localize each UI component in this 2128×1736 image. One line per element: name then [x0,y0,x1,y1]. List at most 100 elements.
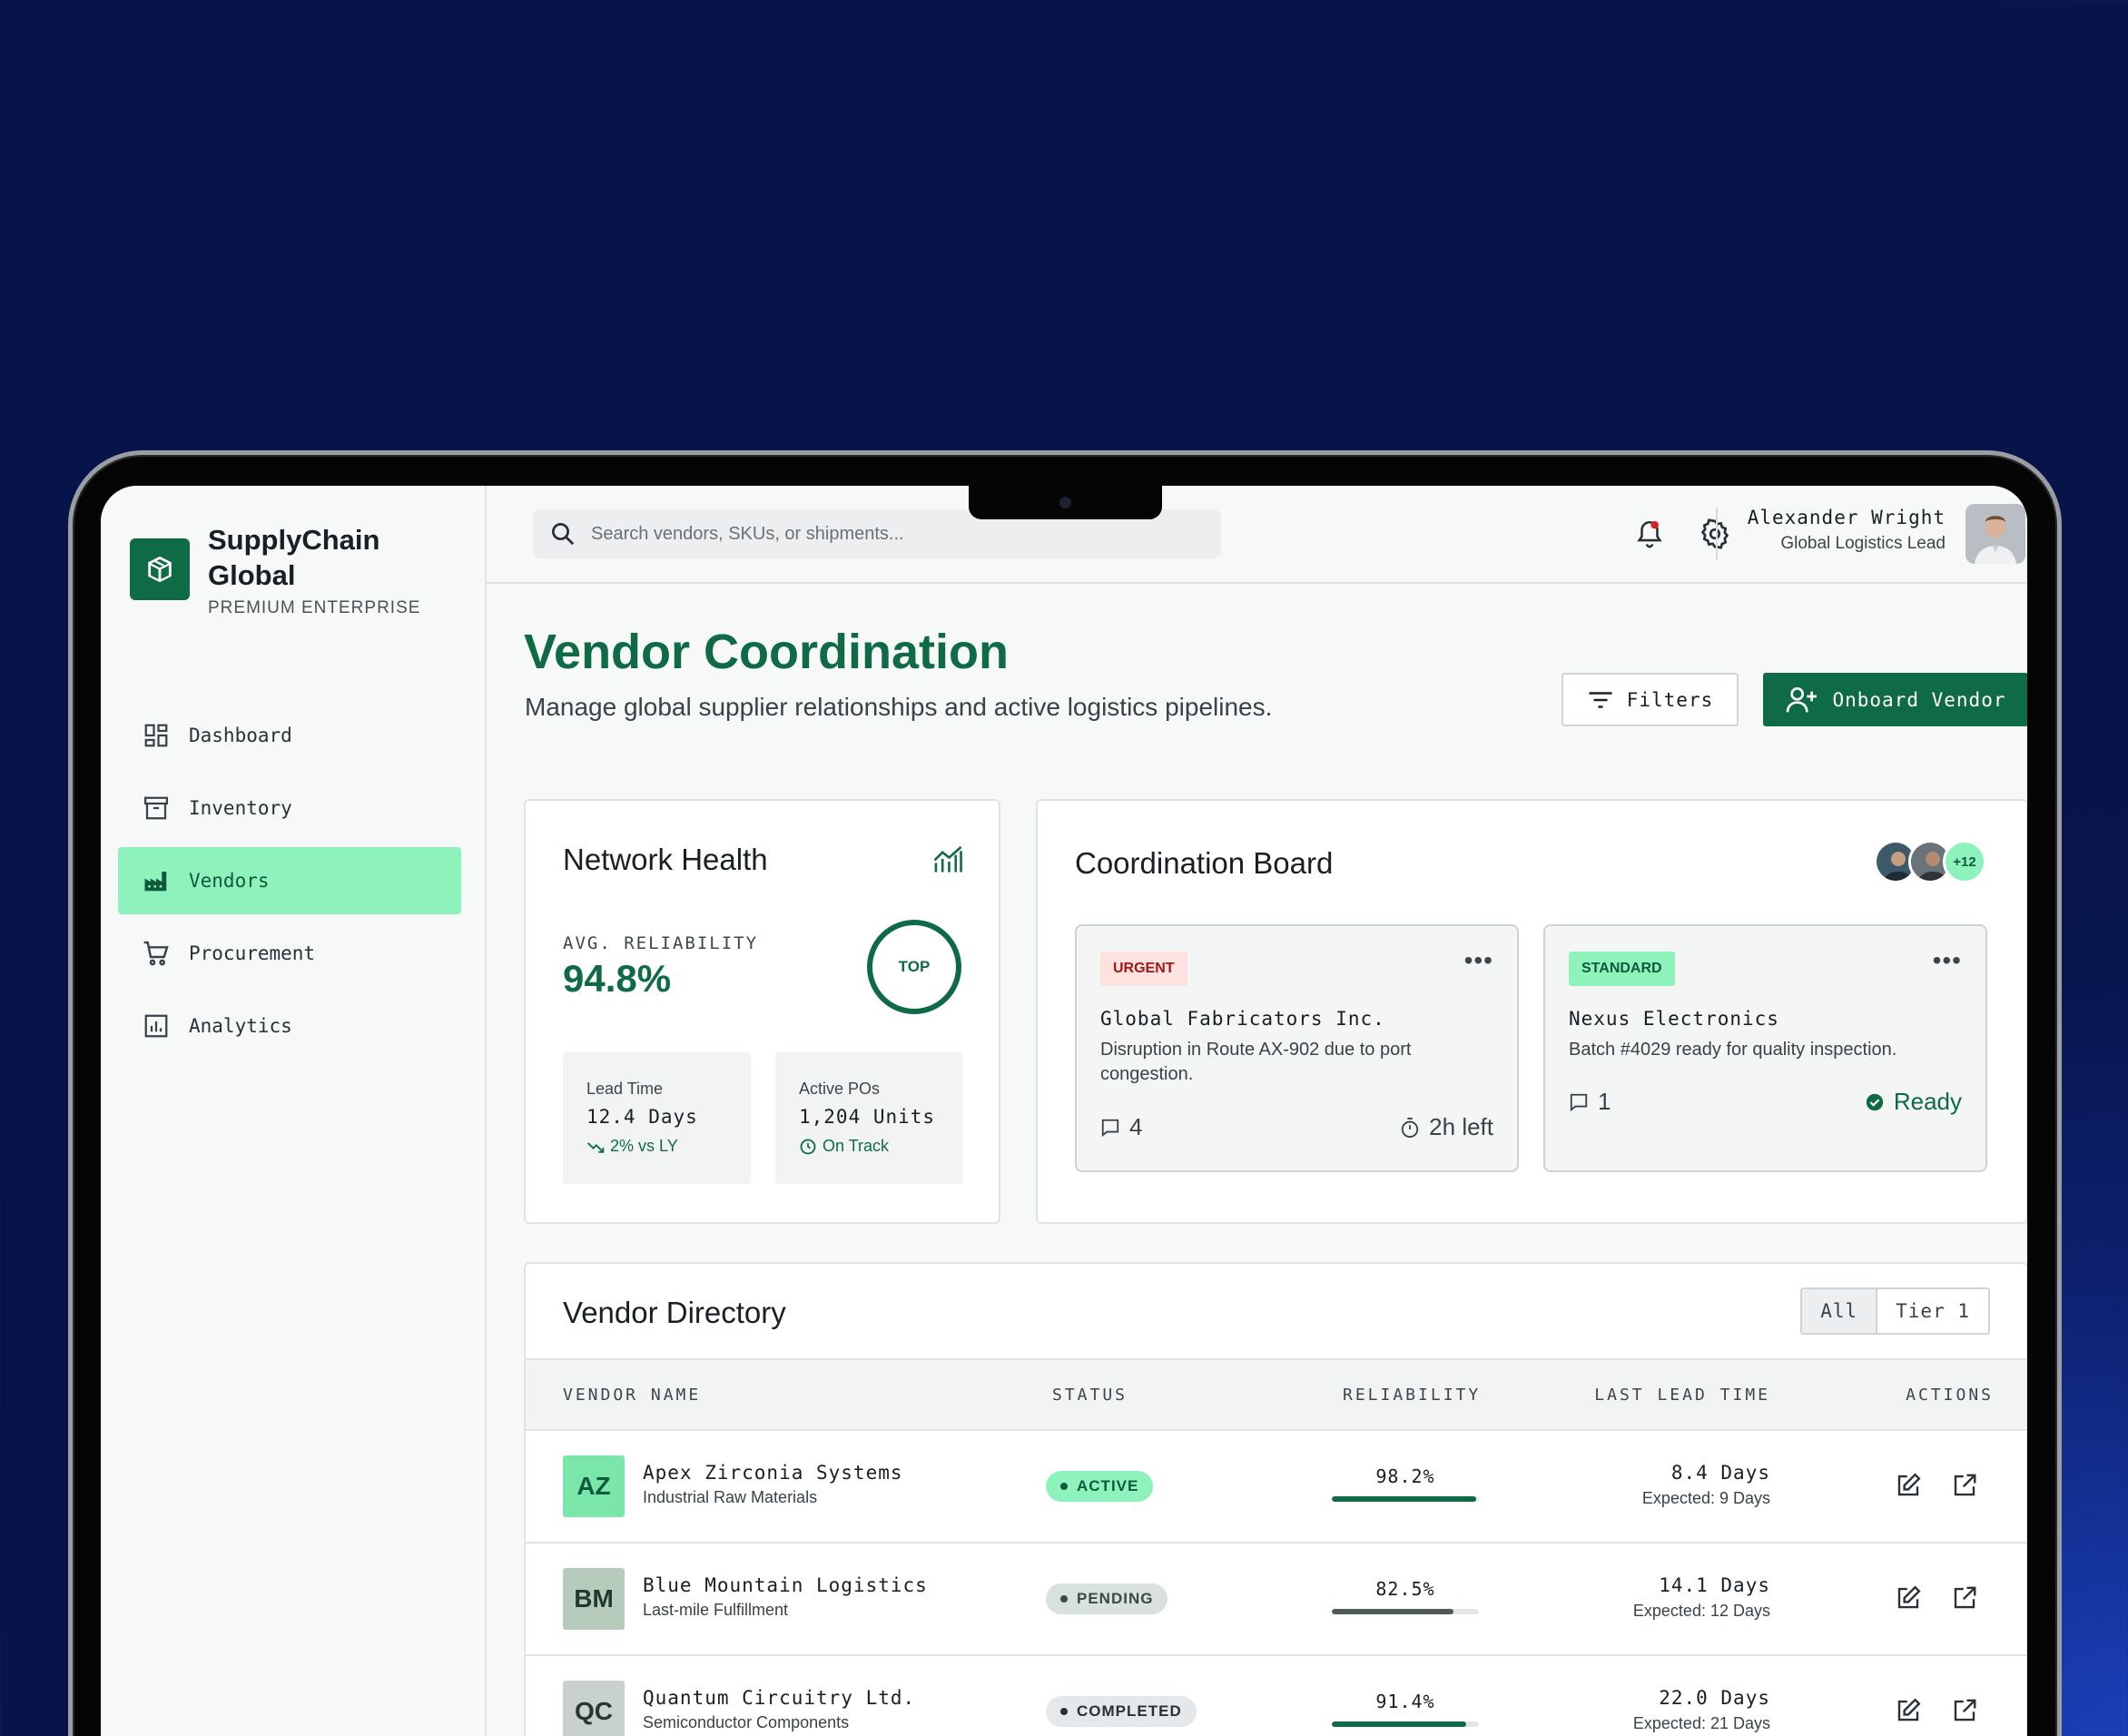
reliability-cell: 82.5% [1332,1578,1479,1614]
status-badge: ACTIVE [1046,1471,1154,1502]
tile-value: 12.4 Days [586,1106,698,1128]
edit-button[interactable] [1892,1694,1925,1727]
sidebar-item-inventory[interactable]: Inventory [118,774,461,842]
task-card[interactable]: URGENT ••• Global Fabricators Inc. Disru… [1075,924,1519,1172]
column-header[interactable]: VENDOR NAME [563,1386,701,1405]
comment-icon [1569,1092,1589,1112]
task-description: Batch #4029 ready for quality inspection… [1569,1040,1897,1060]
edit-button[interactable] [1892,1582,1925,1614]
comment-count[interactable]: 4 [1100,1113,1142,1141]
lead-time-cell: 8.4 Days Expected: 9 Days [1641,1462,1770,1507]
avatar[interactable] [1965,504,2025,564]
tier-filter: All Tier 1 [1800,1287,1990,1335]
comment-icon [1100,1118,1120,1138]
sidebar-item-vendors[interactable]: Vendors [118,847,461,914]
more-members-badge: +12 [1943,840,1986,883]
user-name: Alexander Wright [1747,507,1946,528]
open-button[interactable] [1948,1469,1981,1502]
filters-label: Filters [1626,688,1714,711]
rank-ring: TOP [867,920,961,1014]
filter-all[interactable]: All [1802,1289,1878,1333]
status-badge: COMPLETED [1046,1696,1197,1727]
lead-time-cell: 14.1 Days Expected: 12 Days [1632,1574,1770,1620]
tile-trend: 2% vs LY [586,1137,751,1156]
task-vendor: Global Fabricators Inc. [1100,1008,1385,1030]
external-link-icon [1951,1697,1978,1724]
sidebar: SupplyChain Global PREMIUM ENTERPRISE Da… [101,486,487,1736]
add-user-icon [1785,686,1819,715]
sidebar-item-procurement[interactable]: Procurement [118,920,461,987]
network-health-card: Network Health AVG. RELIABILITY 94.8% TO… [524,799,1000,1224]
sidebar-item-label: Analytics [189,1015,292,1037]
filter-tier-1[interactable]: Tier 1 [1877,1289,1988,1333]
sidebar-item-dashboard[interactable]: Dashboard [118,702,461,769]
search-input[interactable] [591,523,1136,545]
sidebar-item-analytics[interactable]: Analytics [118,992,461,1060]
dashboard-icon [140,719,172,752]
brand-tier: PREMIUM ENTERPRISE [208,598,421,617]
settings-button[interactable] [1694,513,1736,555]
tile-label: Lead Time [586,1080,664,1098]
table-row[interactable]: QC Quantum Circuitry Ltd. Semiconductor … [526,1656,2026,1736]
edit-icon [1895,1472,1922,1499]
analytics-icon [140,1010,172,1042]
comment-count[interactable]: 1 [1569,1088,1611,1116]
lead-time-tile: Lead Time 12.4 Days 2% vs LY [563,1052,751,1184]
user-info[interactable]: Alexander Wright Global Logistics Lead [1748,504,1946,557]
vendor-name[interactable]: Blue Mountain Logistics [643,1574,928,1596]
factory-icon [140,864,172,897]
trending-down-icon [586,1139,605,1154]
notifications-button[interactable] [1629,513,1670,555]
active-pos-tile: Active POs 1,204 Units On Track [775,1052,963,1184]
inventory-icon [140,792,172,824]
onboard-vendor-button[interactable]: Onboard Vendor [1763,673,2027,726]
card-title: Coordination Board [1075,846,1334,880]
more-icon[interactable]: ••• [1464,946,1493,975]
column-header[interactable]: RELIABILITY [1343,1386,1481,1405]
reliability-cell: 91.4% [1332,1691,1479,1727]
onboard-label: Onboard Vendor [1832,688,2006,711]
vendor-name[interactable]: Apex Zirconia Systems [643,1462,903,1484]
timer-icon [1400,1117,1420,1139]
filter-icon [1587,689,1614,711]
task-footer: 1 Ready [1569,1088,1962,1116]
column-header: ACTIONS [1906,1386,1994,1405]
task-vendor: Nexus Electronics [1569,1008,1779,1030]
vendor-initials: AZ [563,1455,625,1517]
search-icon [549,520,576,547]
edit-button[interactable] [1892,1469,1925,1502]
user-role: Global Logistics Lead [1780,534,1946,553]
tile-status: On Track [799,1137,963,1156]
sidebar-nav: Dashboard Inventory Vendors Procurement [118,702,461,1065]
reliability-bar [1332,1609,1479,1614]
open-button[interactable] [1948,1582,1981,1614]
column-header[interactable]: STATUS [1052,1386,1128,1405]
card-title: Network Health [563,843,768,876]
table-row[interactable]: BM Blue Mountain Logistics Last-mile Ful… [526,1544,2026,1656]
sidebar-item-label: Dashboard [189,725,292,746]
vendor-name[interactable]: Quantum Circuitry Ltd. [643,1687,915,1709]
priority-badge: STANDARD [1569,952,1675,986]
priority-badge: URGENT [1100,952,1187,986]
task-description: Disruption in Route AX-902 due to port c… [1100,1040,1412,1084]
table-row[interactable]: AZ Apex Zirconia Systems Industrial Raw … [526,1431,2026,1544]
top-bar: Alexander Wright Global Logistics Lead [487,486,2027,584]
table-header: VENDOR NAME STATUS RELIABILITY LAST LEAD… [526,1358,2026,1431]
more-icon[interactable]: ••• [1933,946,1962,975]
vendor-category: Last-mile Fulfillment [643,1601,789,1619]
reliability-bar [1332,1496,1479,1502]
external-link-icon [1951,1472,1978,1499]
coordination-board-card: Coordination Board +12 URGENT ••• Global… [1036,799,2027,1224]
vendor-directory-card: Vendor Directory All Tier 1 VENDOR NAME … [524,1262,2027,1736]
clock-icon [799,1138,817,1156]
app-screen: SupplyChain Global PREMIUM ENTERPRISE Da… [101,486,2027,1736]
column-header[interactable]: LAST LEAD TIME [1594,1386,1770,1405]
task-card[interactable]: STANDARD ••• Nexus Electronics Batch #40… [1543,924,1987,1172]
member-avatars[interactable]: +12 [1874,840,1986,883]
filters-button[interactable]: Filters [1562,673,1739,726]
edit-icon [1895,1697,1922,1724]
reliability-cell: 98.2% [1332,1465,1479,1502]
time-left: 2h left [1400,1113,1493,1141]
open-button[interactable] [1948,1694,1981,1727]
page-title: Vendor Coordination [524,625,1009,679]
